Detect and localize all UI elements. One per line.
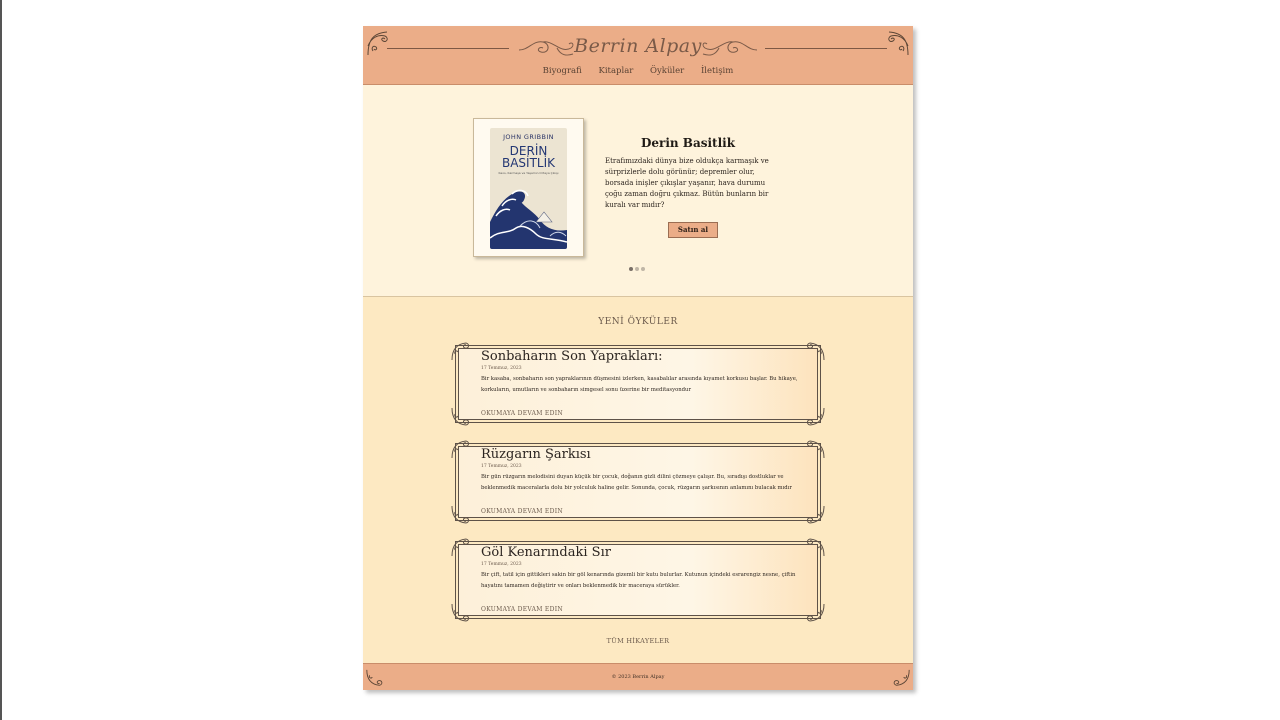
corner-flourish-icon	[367, 31, 388, 56]
featured-book-carousel: JOHN GRIBBIN DERİN BASİTLİK Kaos, Karmaş…	[363, 85, 913, 297]
corner-flourish-icon	[451, 505, 469, 524]
book-description: Etrafımızdaki dünya bize oldukça karmaşı…	[605, 157, 769, 209]
carousel-dot-2[interactable]	[635, 267, 639, 271]
corner-flourish-icon	[807, 407, 825, 426]
nav-item-kitaplar[interactable]: Kitaplar	[598, 66, 633, 76]
cover-title: DERİN BASİTLİK	[501, 144, 556, 170]
story-date: 17 Temmuz, 2023	[481, 366, 522, 371]
cover-author: JOHN GRIBBIN	[503, 133, 554, 141]
story-title[interactable]: Rüzgarın Şarkısı	[481, 447, 591, 462]
corner-flourish-icon	[451, 440, 469, 459]
story-excerpt: Bir çift, tatil için gittikleri sakin bi…	[481, 572, 796, 589]
site-footer: © 2023 Berrin Alpay	[363, 663, 913, 690]
book-title: Derin Basitlik	[640, 136, 736, 150]
corner-flourish-icon	[807, 342, 825, 361]
read-more-link[interactable]: OKUMAYA DEVAM EDIN	[481, 410, 563, 417]
corner-flourish-icon	[451, 538, 469, 557]
page: Berrin Alpay Biyografi Kitaplar Öyküler …	[363, 26, 913, 690]
carousel-dot-3[interactable]	[641, 267, 645, 271]
book-info: Derin Basitlik Etrafımızdaki dünya bize …	[605, 136, 771, 211]
carousel-indicators	[629, 267, 649, 273]
header-divider-left	[387, 48, 509, 49]
site-logo[interactable]: Berrin Alpay	[563, 35, 713, 57]
story-title[interactable]: Göl Kenarındaki Sır	[481, 545, 611, 560]
section-title: YENİ ÖYKÜLER	[598, 317, 678, 327]
site-header: Berrin Alpay Biyografi Kitaplar Öyküler …	[363, 26, 913, 85]
read-more-link[interactable]: OKUMAYA DEVAM EDIN	[481, 606, 563, 613]
nav-item-iletisim[interactable]: İletişim	[701, 66, 733, 76]
story-excerpt: Bir gün rüzgarın melodisini duyan küçük …	[481, 474, 792, 491]
story-date: 17 Temmuz, 2023	[481, 464, 522, 469]
story-date: 17 Temmuz, 2023	[481, 562, 522, 567]
corner-flourish-icon	[451, 407, 469, 426]
story-card: Göl Kenarındaki Sır 17 Temmuz, 2023 Bir …	[451, 537, 825, 623]
corner-flourish-icon	[451, 342, 469, 361]
corner-flourish-icon	[888, 31, 909, 56]
window-edge	[0, 0, 2, 720]
book-cover: JOHN GRIBBIN DERİN BASİTLİK Kaos, Karmaş…	[490, 128, 567, 249]
nav-item-oykuler[interactable]: Öyküler	[650, 66, 684, 76]
copyright-text: © 2023 Berrin Alpay	[611, 674, 665, 680]
story-card: Rüzgarın Şarkısı 17 Temmuz, 2023 Bir gün…	[451, 439, 825, 525]
cover-subtitle: Kaos, Karmaşa ve Yaşamın Ortaya Çıkışı	[498, 171, 559, 175]
corner-flourish-icon	[807, 505, 825, 524]
story-title[interactable]: Sonbaharın Son Yaprakları:	[481, 349, 663, 364]
header-divider-right	[765, 48, 887, 49]
corner-flourish-icon	[807, 538, 825, 557]
carousel-dot-1[interactable]	[629, 267, 633, 271]
buy-button[interactable]: Satın al	[668, 222, 718, 238]
corner-flourish-icon	[451, 603, 469, 622]
new-stories-section: YENİ ÖYKÜLER Sonbaharın Son Yaprakları: …	[363, 297, 913, 663]
story-excerpt: Bir kasaba, sonbaharın son yapraklarının…	[481, 376, 798, 393]
read-more-link[interactable]: OKUMAYA DEVAM EDIN	[481, 508, 563, 515]
great-wave-illustration	[490, 178, 567, 249]
main-nav: Biyografi Kitaplar Öyküler İletişim	[363, 66, 913, 76]
corner-flourish-icon	[807, 440, 825, 459]
story-card: Sonbaharın Son Yaprakları: 17 Temmuz, 20…	[451, 341, 825, 427]
all-stories-link[interactable]: TÜM HİKAYELER	[363, 637, 913, 645]
nav-item-biyografi[interactable]: Biyografi	[543, 66, 582, 76]
book-cover-frame[interactable]: JOHN GRIBBIN DERİN BASİTLİK Kaos, Karmaş…	[473, 118, 584, 257]
corner-flourish-icon	[807, 603, 825, 622]
